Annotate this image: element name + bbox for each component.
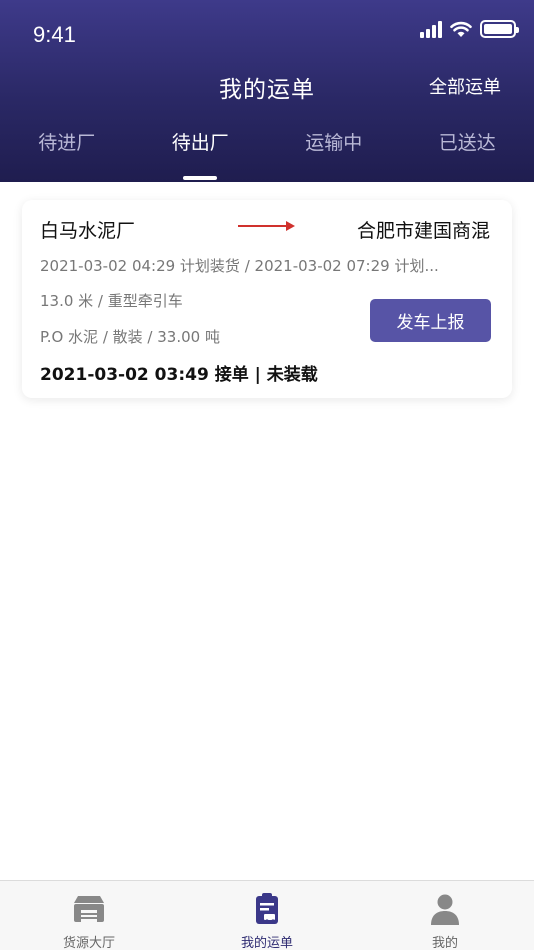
battery-icon <box>480 20 519 38</box>
cargo-info: P.O 水泥 / 散装 / 33.00 吨 <box>40 328 220 346</box>
signal-icon <box>420 20 442 38</box>
wifi-icon <box>450 21 472 37</box>
status-time: 9:41 <box>33 22 76 47</box>
status-bar: 9:41 <box>0 0 534 70</box>
tab-delivered[interactable]: 已送达 <box>401 124 534 182</box>
tab-pending-exit[interactable]: 待出厂 <box>134 124 268 182</box>
tab-label: 待出厂 <box>171 132 229 154</box>
status-icons <box>420 20 519 38</box>
user-icon <box>431 894 459 925</box>
tab-label: 运输中 <box>305 132 363 154</box>
order-card[interactable]: 白马水泥厂 合肥市建国商混 2021-03-02 04:29 计划装货 / 20… <box>22 200 512 398</box>
tab-pending-entry[interactable]: 待进厂 <box>0 124 134 182</box>
tab-label: 已送达 <box>438 132 496 154</box>
depart-report-button[interactable]: 发车上报 <box>370 299 491 342</box>
arrow-right-icon <box>238 221 295 231</box>
bottom-nav-label: 货源大厅 <box>62 936 115 950</box>
all-orders-link[interactable]: 全部运单 <box>429 73 501 99</box>
schedule-times: 2021-03-02 04:29 计划装货 / 2021-03-02 07:29… <box>40 257 439 275</box>
header-bar: 9:41 我的运单 全部运单 待进厂 待出厂 运输中 已送达 <box>0 0 534 182</box>
bottom-nav-mine[interactable]: 我的 <box>356 881 534 950</box>
bottom-nav: 货源大厅 我的运单 我的 <box>0 880 534 950</box>
order-summary: 2021-03-02 03:49 接单 | 未装载 <box>40 365 318 385</box>
bottom-nav-cargo-hall[interactable]: 货源大厅 <box>0 881 178 950</box>
status-tabs: 待进厂 待出厂 运输中 已送达 <box>0 124 534 182</box>
bottom-nav-label: 我的运单 <box>240 936 293 950</box>
origin-name: 白马水泥厂 <box>40 220 136 242</box>
tab-in-transit[interactable]: 运输中 <box>267 124 401 182</box>
tab-label: 待进厂 <box>38 132 96 154</box>
warehouse-icon <box>74 896 104 922</box>
active-tab-indicator <box>183 176 218 180</box>
bottom-nav-my-waybills[interactable]: 我的运单 <box>178 881 356 950</box>
vehicle-info: 13.0 米 / 重型牵引车 <box>40 292 183 310</box>
destination-name: 合肥市建国商混 <box>356 220 490 242</box>
waybill-icon <box>256 893 278 924</box>
bottom-nav-label: 我的 <box>431 936 458 950</box>
